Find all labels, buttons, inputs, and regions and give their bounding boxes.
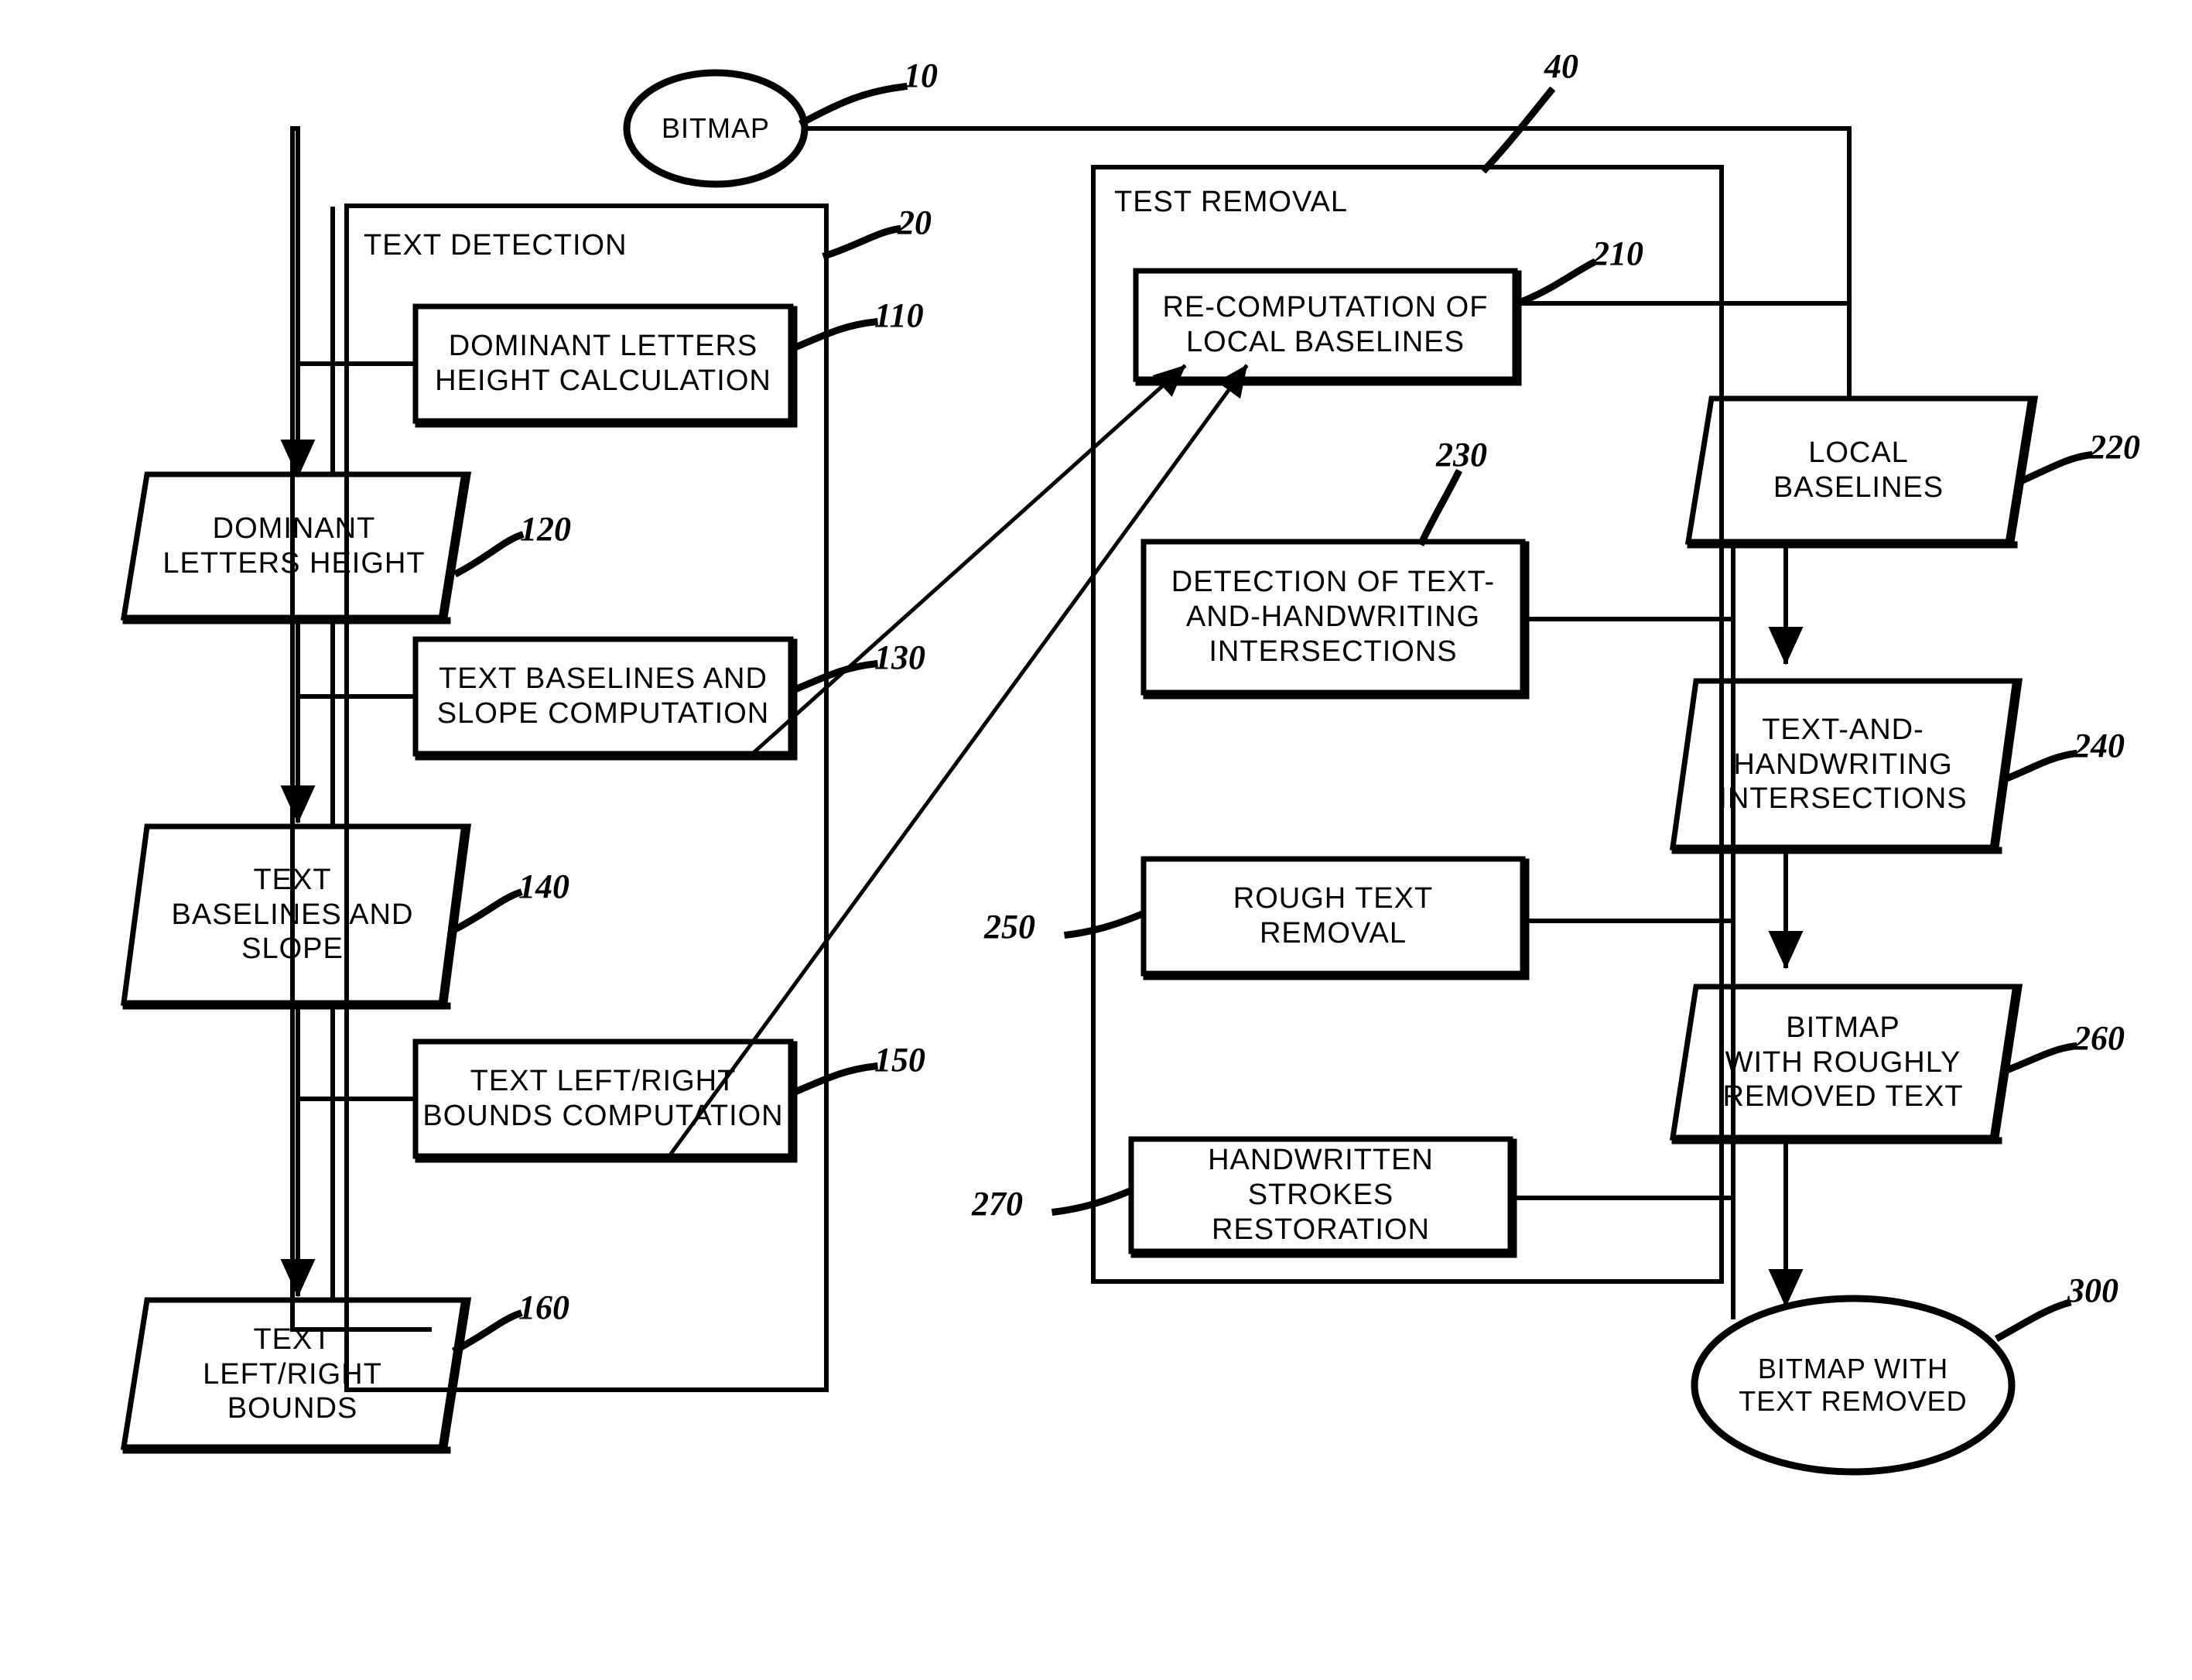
shape-120 (120, 471, 472, 621)
leader-ref-20 (822, 224, 902, 260)
box-130 (412, 636, 794, 757)
leader-ref-120 (453, 531, 525, 578)
leader-ref-10 (798, 82, 908, 128)
leader-ref-110 (792, 318, 878, 351)
group-box-test-removal (1091, 165, 1724, 1284)
leader-130-to-210 (746, 364, 1187, 760)
shape-260 (1669, 984, 2023, 1141)
leader-ref-240 (2004, 749, 2078, 782)
leader-150-to-210 (664, 364, 1249, 1162)
shape-10-bitmap (623, 69, 809, 188)
shape-140 (121, 823, 471, 1006)
box-150 (412, 1038, 794, 1159)
shadow-140b (437, 825, 469, 1009)
leader-ref-260 (2004, 1042, 2078, 1074)
shape-220 (1684, 395, 2039, 545)
leader-ref-250 (1063, 910, 1145, 939)
shape-240 (1669, 678, 2023, 850)
leader-ref-130 (792, 660, 878, 693)
shape-300-bitmap-with-text-removed (1691, 1295, 2016, 1476)
leader-ref-150 (792, 1062, 878, 1096)
leader-ref-230 (1417, 468, 1463, 546)
figure-canvas: TEXT DETECTION TEST REMOVAL BITMAP BITMA… (0, 0, 2192, 1680)
box-270 (1128, 1136, 1513, 1254)
shadow-220b (2004, 397, 2036, 548)
shadow-120b (437, 473, 469, 624)
box-230 (1140, 539, 1526, 696)
box-250 (1140, 856, 1526, 977)
box-110 (412, 303, 794, 424)
leader-ref-210 (1517, 258, 1598, 306)
group-box-text-detection (344, 204, 829, 1392)
leader-ref-300 (1994, 1298, 2072, 1343)
diagram-vector-layer (120, 69, 2094, 1476)
leader-ref-140 (451, 888, 523, 934)
shape-160 (120, 1297, 472, 1450)
shadow-160b (437, 1298, 469, 1453)
shadow-240b (1989, 679, 2020, 854)
bus-bitmap-to-right (802, 126, 1852, 295)
box-210 (1133, 268, 1518, 382)
leader-ref-220 (2019, 450, 2094, 484)
bus-bitmap-to-left-column (290, 126, 432, 1332)
